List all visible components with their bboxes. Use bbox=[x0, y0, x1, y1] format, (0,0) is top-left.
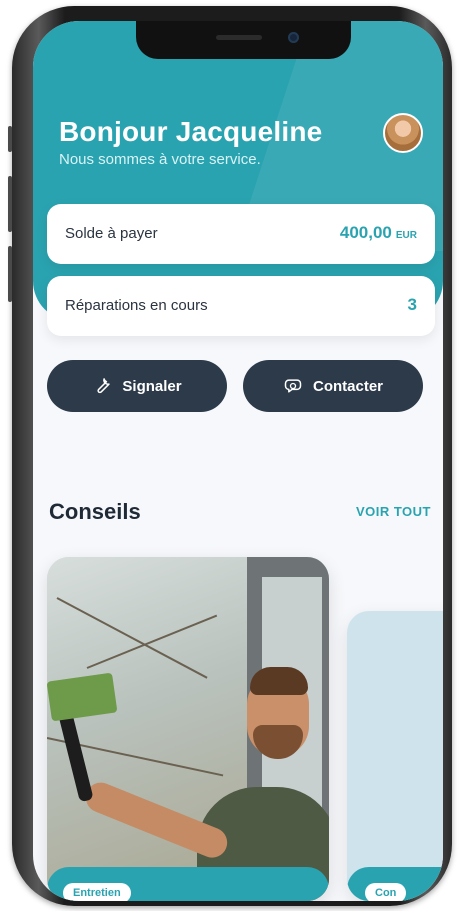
volume-up-button bbox=[8, 176, 12, 232]
tips-title: Conseils bbox=[49, 499, 141, 524]
tip-card[interactable]: Entretien bbox=[47, 557, 329, 901]
greeting-subtitle: Nous sommes à votre service. bbox=[59, 151, 261, 168]
balance-amount: 400,00 EUR bbox=[340, 223, 417, 243]
greeting-title: Bonjour Jacqueline bbox=[59, 116, 323, 147]
report-label: Signaler bbox=[122, 377, 182, 395]
chat-bubbles-icon bbox=[284, 379, 302, 393]
repairs-card[interactable]: Réparations en cours 3 bbox=[47, 276, 435, 336]
phone-notch bbox=[136, 21, 351, 59]
repairs-label: Réparations en cours bbox=[65, 297, 208, 314]
report-button[interactable]: Signaler bbox=[47, 360, 227, 412]
photo-person-hair bbox=[250, 667, 308, 695]
tip-card-footer: Entretien bbox=[47, 867, 329, 901]
balance-currency: EUR bbox=[395, 230, 417, 241]
balance-card[interactable]: Solde à payer 400,00 EUR bbox=[47, 204, 435, 264]
balance-label: Solde à payer bbox=[65, 225, 158, 242]
contact-label: Contacter bbox=[312, 377, 383, 395]
contact-button[interactable]: Contacter bbox=[243, 360, 423, 412]
front-camera bbox=[288, 32, 299, 43]
volume-down-button bbox=[8, 246, 12, 302]
tip-category-tag: Entretien bbox=[63, 883, 131, 901]
app-screen: Bonjour Jacqueline Nous sommes à votre s… bbox=[33, 21, 443, 901]
tip-card[interactable]: Con bbox=[347, 611, 443, 901]
tip-card-footer: Con bbox=[347, 867, 443, 901]
repairs-count: 3 bbox=[407, 295, 417, 314]
mute-switch bbox=[8, 126, 12, 152]
see-all-link[interactable]: VOIR TOUT bbox=[356, 504, 431, 519]
tip-category-tag: Con bbox=[365, 883, 407, 901]
wrench-icon bbox=[97, 378, 111, 394]
balance-amount-value: 400,00 bbox=[339, 223, 392, 242]
avatar[interactable] bbox=[383, 113, 423, 153]
speaker bbox=[216, 35, 262, 40]
